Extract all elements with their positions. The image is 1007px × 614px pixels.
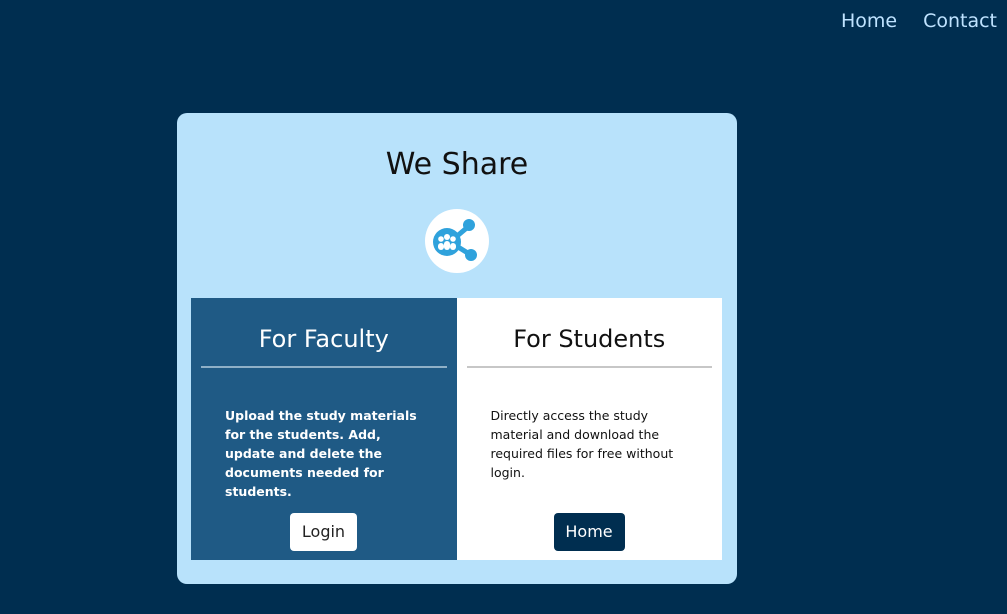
login-button[interactable]: Login bbox=[290, 513, 357, 551]
faculty-panel: For Faculty Upload the study materials f… bbox=[191, 298, 457, 560]
faculty-heading: For Faculty bbox=[258, 325, 389, 353]
students-panel: For Students Directly access the study m… bbox=[456, 298, 722, 560]
nav-contact-link[interactable]: Contact bbox=[923, 8, 997, 34]
nav-home-link[interactable]: Home bbox=[841, 8, 897, 34]
top-nav: Home Contact bbox=[841, 8, 997, 34]
share-network-icon bbox=[425, 209, 489, 273]
students-description: Directly access the study material and d… bbox=[490, 408, 674, 480]
students-heading: For Students bbox=[513, 325, 666, 353]
panels: For Faculty Upload the study materials f… bbox=[191, 298, 722, 560]
page-title: We Share bbox=[385, 147, 529, 182]
home-button[interactable]: Home bbox=[553, 513, 625, 551]
faculty-description: Upload the study materials for the stude… bbox=[225, 408, 417, 499]
main-card: We Share For Faculty Upload the study ma… bbox=[177, 113, 737, 584]
students-divider bbox=[466, 366, 712, 368]
faculty-divider bbox=[201, 366, 447, 368]
